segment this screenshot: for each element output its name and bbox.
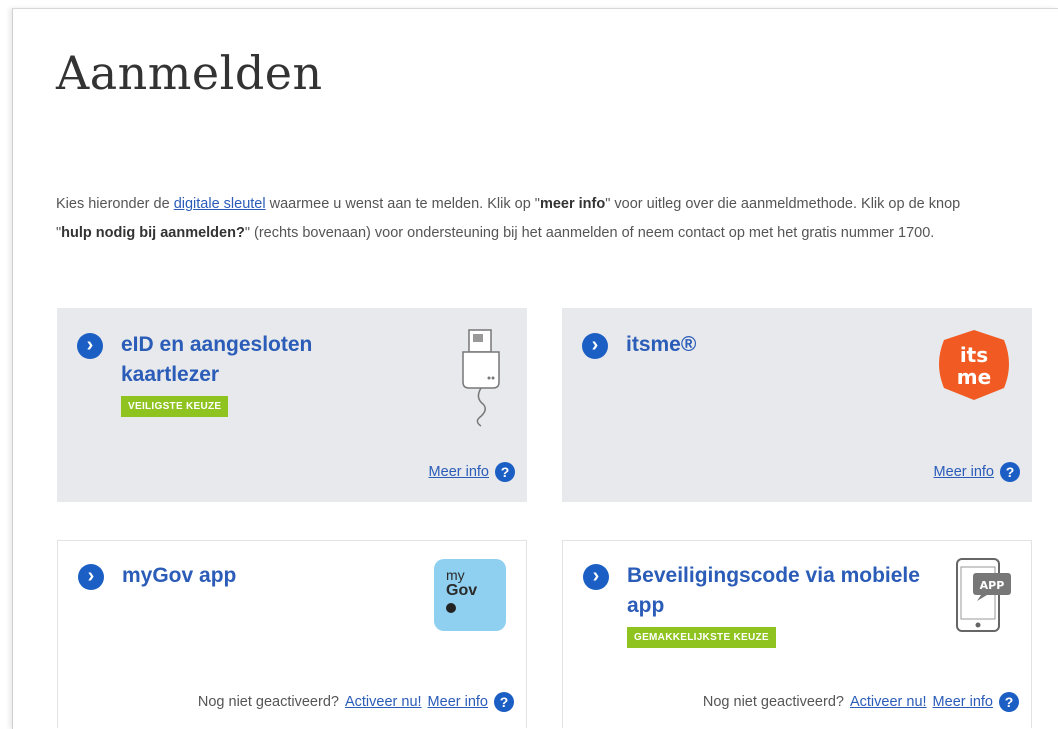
code-meer-info-link[interactable]: Meer info	[933, 694, 993, 710]
login-option-mygov[interactable]: › myGov app my Gov Nog niet geactiveerd?…	[57, 540, 527, 728]
gemakkelijkste-keuze-badge: GEMAKKELIJKSTE KEUZE	[627, 627, 776, 648]
mygov-logo-text-1: my	[446, 567, 465, 583]
mygov-title: myGov app	[122, 564, 237, 587]
security-code-title-line-1: Beveiligingscode via mobiele	[627, 564, 920, 587]
itsme-meer-info-link[interactable]: Meer info	[934, 464, 994, 480]
login-option-itsme[interactable]: › itsme® its me Meer info ?	[562, 308, 1032, 502]
veiligste-keuze-badge: VEILIGSTE KEUZE	[121, 396, 229, 417]
mygov-logo-dot	[446, 603, 456, 613]
chevron-right-icon: ›	[583, 564, 609, 590]
eid-title: eID en aangesloten kaartlezer	[121, 330, 312, 390]
itsme-title: itsme®	[626, 333, 697, 356]
eid-title-line-2: kaartlezer	[121, 363, 220, 386]
intro-part-1: Kies hieronder de	[56, 196, 174, 212]
intro-part-4: " (rechts bovenaan) voor ondersteuning b…	[244, 225, 935, 241]
help-circle-icon[interactable]: ?	[999, 692, 1019, 712]
login-option-security-code[interactable]: › Beveiligingscode via mobiele app GEMAK…	[562, 540, 1032, 728]
code-activate-link[interactable]: Activeer nu!	[850, 694, 927, 710]
phone-app-icon: APP	[956, 558, 1011, 632]
chevron-right-icon: ›	[77, 333, 103, 359]
security-code-title: Beveiligingscode via mobiele app	[627, 561, 920, 621]
login-option-eid[interactable]: › eID en aangesloten kaartlezer VEILIGST…	[57, 308, 527, 502]
eid-meer-info-link[interactable]: Meer info	[429, 464, 489, 480]
card-reader-icon	[462, 329, 500, 427]
itsme-logo-text-2: me	[957, 365, 991, 389]
intro-bold-meer-info: meer info	[539, 196, 606, 212]
itsme-logo: its me	[939, 330, 1009, 400]
mygov-logo-text-2: Gov	[446, 582, 478, 599]
security-code-title-line-2: app	[627, 594, 665, 617]
help-circle-icon[interactable]: ?	[1000, 462, 1020, 482]
app-bubble-label: APP	[980, 579, 1005, 592]
mygov-not-activated-text: Nog niet geactiveerd?	[197, 694, 339, 710]
mygov-logo: my Gov	[434, 559, 506, 631]
digitale-sleutel-link[interactable]: digitale sleutel	[174, 196, 266, 212]
mygov-meer-info-link[interactable]: Meer info	[428, 694, 488, 710]
itsme-logo-text-1: its	[960, 343, 988, 367]
chevron-right-icon: ›	[78, 564, 104, 590]
intro-bold-hulp: hulp nodig bij aanmelden?	[61, 225, 245, 241]
help-circle-icon[interactable]: ?	[495, 462, 515, 482]
mygov-activate-link[interactable]: Activeer nu!	[345, 694, 422, 710]
eid-title-line-1: eID en aangesloten	[121, 333, 313, 356]
help-circle-icon[interactable]: ?	[494, 692, 514, 712]
intro-part-2: waarmee u wenst aan te melden. Klik op "	[265, 196, 540, 212]
chevron-right-icon: ›	[582, 333, 608, 359]
code-not-activated-text: Nog niet geactiveerd?	[702, 694, 844, 710]
page-title: Aanmelden	[56, 46, 323, 100]
intro-text: Kies hieronder de digitale sleutel waarm…	[56, 190, 986, 248]
